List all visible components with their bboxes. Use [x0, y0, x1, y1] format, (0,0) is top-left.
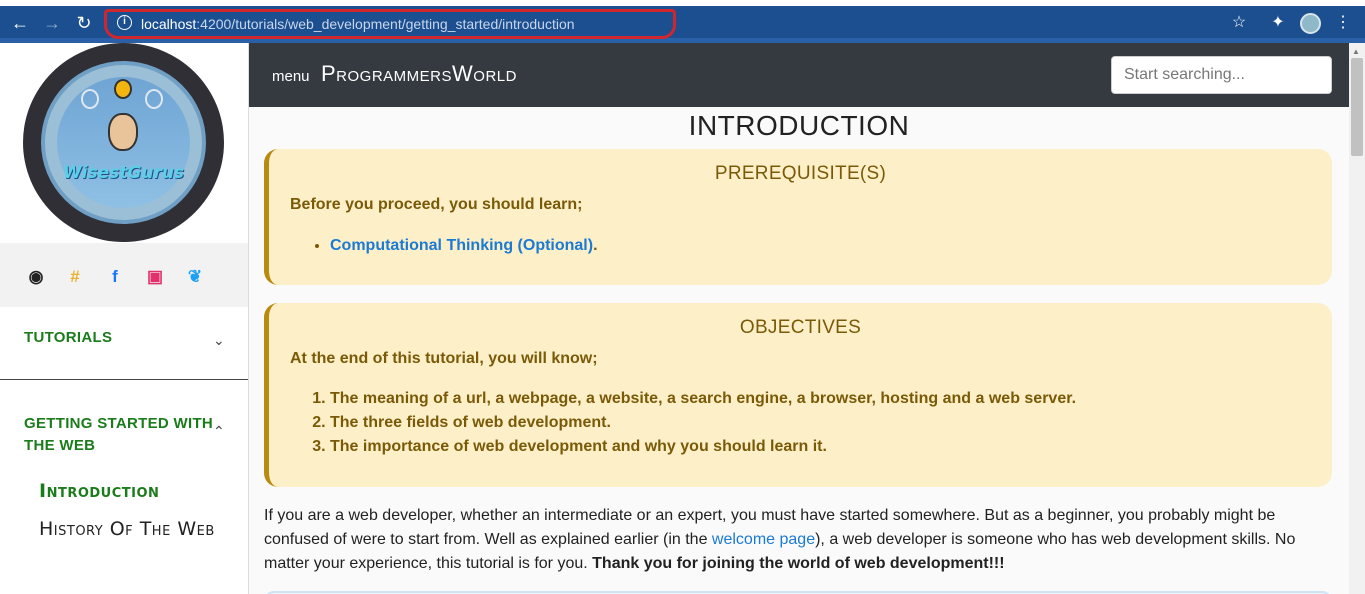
- paragraph-bold-text: Thank you for joining the world of web d…: [592, 555, 1005, 572]
- profile-avatar[interactable]: [1300, 13, 1321, 34]
- search-input[interactable]: [1111, 56, 1332, 94]
- prerequisites-title: PREREQUISITE(S): [714, 163, 887, 184]
- sidebar-item-history-of-the-web[interactable]: History Of The Web: [39, 519, 219, 539]
- logo-face: [108, 113, 138, 151]
- browser-toolbar: ← → ↻ i localhost:4200/tutorials/web_dev…: [0, 0, 1365, 43]
- github-icon[interactable]: ◉: [26, 267, 46, 287]
- url-path: :4200/tutorials/web_development/getting_…: [196, 16, 575, 32]
- brand-title[interactable]: ProgrammersWorld: [321, 61, 517, 87]
- welcome-page-link[interactable]: welcome page: [712, 531, 815, 548]
- prerequisites-list: Computational Thinking (Optional).: [330, 234, 598, 258]
- bookmark-star-icon[interactable]: ☆: [1228, 12, 1250, 34]
- prerequisites-callout: PREREQUISITE(S) Before you proceed, you …: [264, 149, 1332, 285]
- prerequisites-lead: Before you proceed, you should learn;: [290, 196, 583, 213]
- logo-bulb-center: [114, 79, 132, 99]
- list-item: The meaning of a url, a webpage, a websi…: [330, 387, 1076, 411]
- sidebar-divider: [0, 379, 248, 380]
- list-item: Computational Thinking (Optional).: [330, 234, 598, 258]
- scroll-up-arrow-icon[interactable]: ▲: [1352, 47, 1360, 56]
- logo-bulb-right: [145, 89, 163, 109]
- facebook-icon[interactable]: f: [105, 267, 125, 287]
- page-title: INTRODUCTION: [688, 110, 910, 141]
- main-content: INTRODUCTION PREREQUISITE(S) Before you …: [249, 107, 1349, 594]
- twitter-icon[interactable]: ❦: [185, 267, 205, 287]
- social-links: ◉ # f ▣ ❦: [0, 243, 248, 307]
- logo-text: WisestGurus: [62, 163, 185, 183]
- list-item: The importance of web development and wh…: [330, 435, 1076, 459]
- reload-button[interactable]: ↻: [73, 12, 95, 34]
- objectives-lead: At the end of this tutorial, you will kn…: [290, 350, 598, 367]
- chevron-down-icon[interactable]: ⌄: [213, 332, 225, 349]
- objectives-title: OBJECTIVES: [739, 317, 862, 338]
- instagram-icon[interactable]: ▣: [145, 267, 165, 287]
- slack-icon[interactable]: #: [65, 267, 85, 287]
- url-host: localhost: [141, 16, 197, 32]
- browser-menu-icon[interactable]: ⋮: [1332, 12, 1354, 34]
- list-item-suffix: .: [593, 237, 598, 254]
- nav-section-getting-started[interactable]: GETTING STARTED WITH THE WEB: [24, 413, 214, 457]
- list-item: The three fields of web development.: [330, 411, 1076, 435]
- site-info-icon[interactable]: i: [117, 15, 132, 30]
- intro-paragraph: If you are a web developer, whether an i…: [264, 504, 1324, 576]
- url-text[interactable]: localhost:4200/tutorials/web_development…: [141, 16, 575, 32]
- nav-section-tutorials[interactable]: TUTORIALS: [24, 327, 112, 349]
- computational-thinking-link[interactable]: Computational Thinking (Optional): [330, 237, 593, 254]
- extensions-puzzle-icon[interactable]: ✦: [1267, 12, 1289, 34]
- site-logo[interactable]: WisestGurus: [23, 43, 224, 242]
- objectives-callout: OBJECTIVES At the end of this tutorial, …: [264, 303, 1332, 487]
- forward-button[interactable]: →: [41, 12, 63, 34]
- objectives-list: The meaning of a url, a webpage, a websi…: [310, 387, 1076, 459]
- menu-button[interactable]: menu: [272, 68, 310, 85]
- logo-bulb-left: [81, 89, 99, 109]
- sidebar-item-introduction[interactable]: Introduction: [39, 481, 159, 501]
- back-button[interactable]: ←: [9, 12, 31, 34]
- sidebar: WisestGurus ◉ # f ▣ ❦ TUTORIALS ⌄ GETTIN…: [0, 43, 249, 594]
- top-navbar: menu ProgrammersWorld: [249, 43, 1349, 107]
- scrollbar-thumb[interactable]: [1351, 58, 1363, 156]
- chevron-up-icon[interactable]: ⌃: [213, 423, 225, 440]
